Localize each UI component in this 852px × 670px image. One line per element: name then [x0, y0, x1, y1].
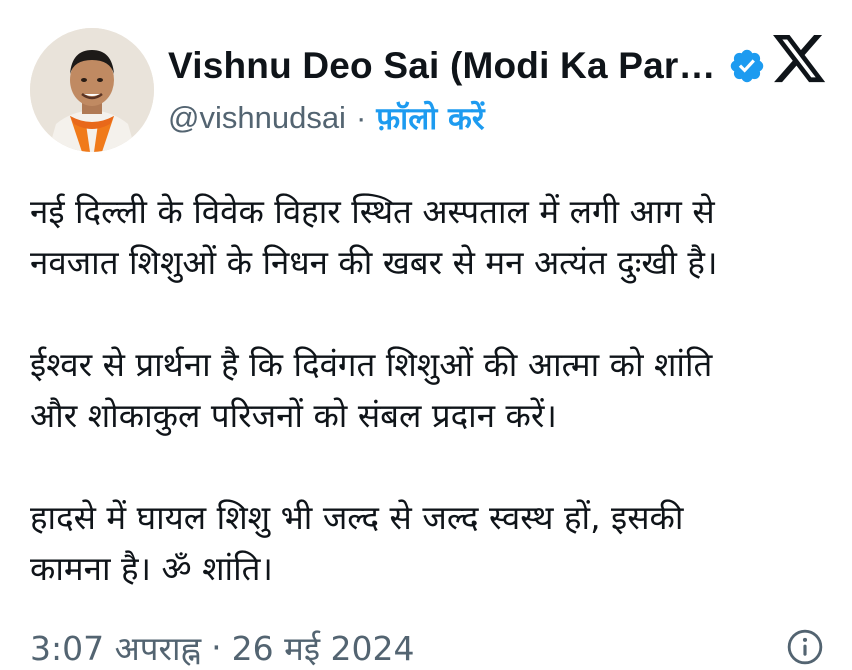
author-name-row: Vishnu Deo Sai (Modi Ka Par… [168, 40, 766, 92]
separator-dot: · [355, 100, 367, 135]
tweet-time: 3:07 अपराह्न [30, 628, 202, 668]
author-handle-row: @vishnudsai · फ़ॉलो करें [168, 96, 485, 140]
follow-button[interactable]: फ़ॉलो करें [376, 97, 484, 139]
tweet-line: और शोकाकुल परिजनों को संबल प्रदान करें। [30, 396, 557, 435]
info-icon[interactable] [786, 628, 824, 666]
x-logo-icon[interactable] [770, 34, 828, 88]
tweet-line: हादसे में घायल शिशु भी जल्द से जल्द स्वस… [30, 498, 684, 537]
verified-badge-icon [730, 49, 763, 83]
tweet-date: 26 मई 2024 [231, 628, 415, 668]
avatar[interactable] [30, 28, 154, 152]
tweet-paragraph-3: हादसे में घायल शिशु भी जल्द से जल्द स्वस… [30, 492, 830, 594]
tweet-paragraph-1: नई दिल्ली के विवेक विहार स्थित अस्पताल म… [30, 186, 830, 288]
tweet-paragraph-2: ईश्वर से प्रार्थना है कि दिवंगत शिशुओं क… [30, 339, 830, 441]
tweet-line: ईश्वर से प्रार्थना है कि दिवंगत शिशुओं क… [30, 345, 713, 384]
tweet-card: Vishnu Deo Sai (Modi Ka Par… @vishnudsai… [0, 0, 852, 668]
tweet-text: नई दिल्ली के विवेक विहार स्थित अस्पताल म… [30, 186, 830, 594]
tweet-line: कामना है। ॐ शांति। [30, 549, 273, 588]
tweet-timestamp[interactable]: 3:07 अपराह्न · 26 मई 2024 [30, 624, 415, 670]
author-handle[interactable]: @vishnudsai [168, 100, 346, 136]
separator-dot: · [211, 627, 222, 667]
tweet-line: नई दिल्ली के विवेक विहार स्थित अस्पताल म… [30, 192, 715, 231]
avatar-image [30, 28, 154, 152]
tweet-line: नवजात शिशुओं के निधन की खबर से मन अत्यंत… [30, 243, 718, 282]
author-display-name[interactable]: Vishnu Deo Sai (Modi Ka Par… [168, 45, 716, 87]
